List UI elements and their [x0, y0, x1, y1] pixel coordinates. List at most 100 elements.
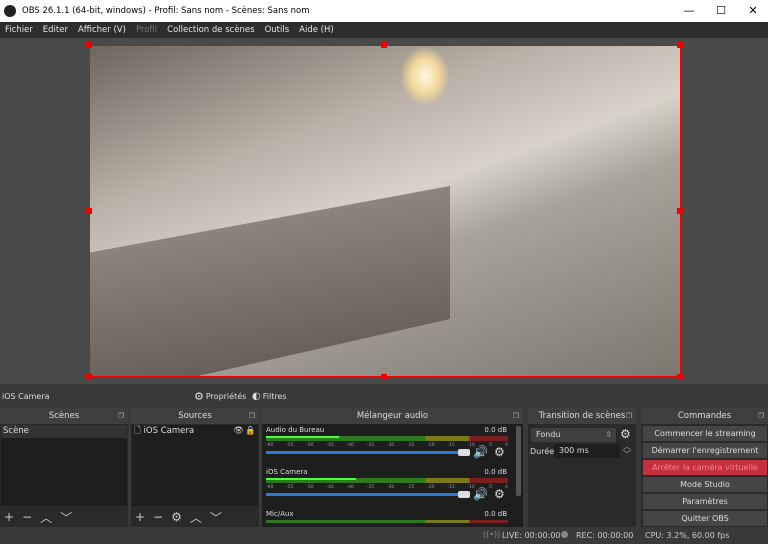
settings-button[interactable]: Paramètres	[643, 494, 767, 509]
resize-handle[interactable]	[677, 208, 683, 214]
mixer-title: Mélangeur audio	[356, 411, 429, 421]
tick-label: 0	[505, 443, 508, 448]
volume-meter	[266, 436, 508, 441]
add-icon[interactable]: +	[4, 510, 14, 524]
float-icon[interactable]: ❐	[758, 408, 764, 424]
mixer-scrollbar[interactable]	[516, 426, 521, 496]
transition-select[interactable]: Fondu ⇕	[531, 428, 616, 442]
status-bar: ((•)) LIVE: 00:00:00 REC: 00:00:00 CPU: …	[0, 527, 768, 544]
tick-label: -35	[366, 485, 375, 490]
sources-title: Sources	[178, 411, 212, 421]
lock-icon[interactable]: 🔒	[245, 425, 256, 438]
move-up-icon[interactable]: ︿	[40, 509, 52, 526]
tick-label: -25	[407, 443, 415, 448]
meter-level	[266, 478, 356, 480]
controls-dock: Commandes ❐ Commencer le streaming Démarr…	[641, 408, 768, 527]
filters-button[interactable]: ◐ Filtres	[252, 391, 287, 402]
start-streaming-button[interactable]: Commencer le streaming	[643, 426, 767, 441]
slider-knob[interactable]	[458, 491, 470, 498]
tick-label: 0	[505, 485, 508, 490]
source-name: iOS Camera	[143, 426, 195, 436]
maximize-button[interactable]: ☐	[706, 0, 736, 22]
live-time: LIVE: 00:00:00	[502, 531, 561, 540]
volume-meter	[266, 520, 508, 523]
float-icon[interactable]: ❐	[626, 408, 632, 424]
float-icon[interactable]: ❐	[118, 408, 124, 424]
tick-label: -25	[407, 485, 415, 490]
menu-editer[interactable]: Editer	[38, 25, 73, 35]
menu-profil[interactable]: Profil	[131, 25, 162, 35]
minimize-button[interactable]: —	[674, 0, 704, 22]
meter-level	[266, 436, 339, 438]
slider-knob[interactable]	[458, 449, 470, 456]
meter-ticks: -60 -55 -50 -45 -40 -35 -30 -25 -20 -15 -10 -5 0	[266, 443, 508, 448]
resize-handle[interactable]	[86, 208, 92, 214]
window-title: OBS 26.1.1 (64-bit, windows) - Profil: S…	[22, 6, 310, 16]
float-icon[interactable]: ❐	[249, 408, 255, 424]
scenes-title: Scènes	[48, 411, 80, 421]
duration-input[interactable]: 300 ms	[554, 444, 620, 458]
volume-slider[interactable]	[266, 449, 470, 456]
transition-title: Transition de scènes	[538, 411, 626, 421]
gear-icon[interactable]: ⚙	[494, 445, 505, 459]
tick-label: -55	[286, 485, 294, 490]
camera-source-preview[interactable]	[89, 45, 681, 377]
close-button[interactable]: ✕	[738, 0, 768, 22]
move-up-icon[interactable]: ︿	[190, 509, 202, 526]
tick-label: -5	[487, 443, 493, 448]
resize-handle[interactable]	[677, 374, 683, 380]
record-icon	[561, 531, 568, 538]
remove-icon[interactable]: −	[22, 510, 32, 524]
gear-icon[interactable]: ⚙	[494, 487, 505, 501]
track-name: iOS Camera	[266, 468, 308, 476]
sources-dock: Sources ❐ 🗋 iOS Camera 👁 🔒 + − ⚙ ︿ ﹀	[131, 408, 259, 527]
file-icon: 🗋	[134, 426, 141, 436]
transitions-dock: Transition de scènes ❐ Fondu ⇕ ⚙ Durée 300…	[528, 408, 636, 527]
speaker-icon[interactable]: 🔊	[473, 487, 488, 501]
tick-label: -40	[346, 443, 354, 448]
tick-label: -50	[306, 443, 314, 448]
remove-icon[interactable]: −	[153, 510, 163, 524]
eye-icon[interactable]: 👁	[233, 425, 244, 438]
move-down-icon[interactable]: ﹀	[210, 509, 222, 526]
menu-fichier[interactable]: Fichier	[0, 25, 38, 35]
resize-handle[interactable]	[381, 42, 387, 48]
resize-handle[interactable]	[381, 374, 387, 380]
track-db: 0.0 dB	[484, 468, 507, 476]
mixer-track: iOS Camera 0.0 dB -60 -55 -50 -45 -40 -35 -30-…	[266, 468, 519, 510]
volume-slider[interactable]	[266, 491, 470, 498]
add-icon[interactable]: +	[135, 510, 145, 524]
properties-button[interactable]: ⚙ Propriétés	[194, 390, 246, 403]
move-down-icon[interactable]: ﹀	[60, 509, 72, 526]
stop-virtual-camera-button[interactable]: Arrêter la caméra virtuelle	[643, 460, 767, 475]
resize-handle[interactable]	[86, 374, 92, 380]
start-recording-button[interactable]: Démarrer l'enregistrement	[643, 443, 767, 458]
float-icon[interactable]: ❐	[513, 408, 519, 424]
track-name: Audio du Bureau	[266, 426, 325, 434]
resize-handle[interactable]	[677, 42, 683, 48]
gear-icon[interactable]: ⚙	[171, 510, 182, 524]
filters-label: Filtres	[262, 391, 287, 401]
exit-button[interactable]: Quitter OBS	[643, 511, 767, 526]
tick-label: -20	[427, 485, 435, 490]
track-db: 0.0 dB	[484, 510, 507, 518]
menu-collection[interactable]: Collection de scènes	[162, 25, 259, 35]
speaker-icon[interactable]: 🔊	[473, 445, 488, 459]
resize-handle[interactable]	[86, 42, 92, 48]
menu-bar: Fichier Editer Afficher (V) Profil Colle…	[0, 22, 768, 38]
menu-outils[interactable]: Outils	[260, 25, 295, 35]
gear-icon[interactable]: ⚙	[620, 427, 631, 441]
tick-label: -15	[447, 485, 455, 490]
mixer-track: Mic/Aux 0.0 dB	[266, 510, 519, 525]
spinner-icon[interactable]: ︿ ﹀	[623, 443, 631, 459]
menu-aide[interactable]: Aide (H)	[294, 25, 339, 35]
updown-icon: ⇕	[605, 430, 612, 439]
gear-icon: ⚙	[194, 389, 204, 403]
studio-mode-button[interactable]: Mode Studio	[643, 477, 767, 492]
scene-item[interactable]: Scène	[1, 425, 127, 438]
source-item[interactable]: 🗋 iOS Camera 👁 🔒	[132, 425, 258, 438]
tick-label: -50	[306, 485, 314, 490]
rec-time: REC: 00:00:00	[576, 531, 634, 540]
menu-afficher[interactable]: Afficher (V)	[73, 25, 131, 35]
filter-icon: ◐	[252, 390, 261, 402]
